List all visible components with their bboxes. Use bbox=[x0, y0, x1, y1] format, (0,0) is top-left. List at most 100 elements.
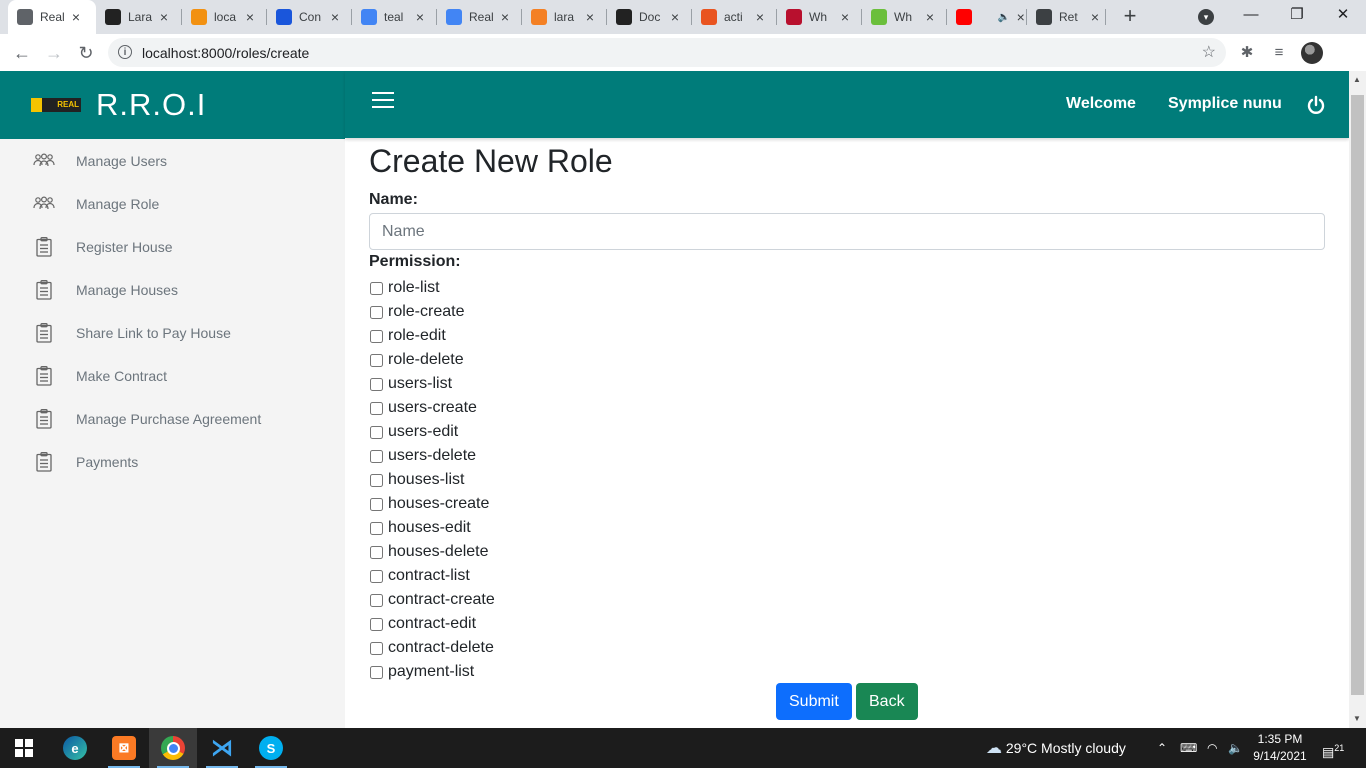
notification-icon[interactable]: ▤21 bbox=[1322, 728, 1344, 768]
tray-chevron-icon[interactable]: ⌃ bbox=[1157, 728, 1167, 768]
brand-logo[interactable]: REAL bbox=[31, 98, 81, 112]
hamburger-menu-icon[interactable] bbox=[372, 92, 394, 108]
permission-checkbox[interactable] bbox=[370, 449, 383, 463]
browser-tab[interactable]: Con × bbox=[267, 0, 352, 34]
permission-label-text[interactable]: houses-list bbox=[388, 471, 464, 489]
profile-avatar[interactable] bbox=[1301, 42, 1323, 64]
permission-checkbox[interactable] bbox=[370, 281, 383, 295]
browser-tab[interactable]: loca × bbox=[182, 0, 267, 34]
permission-checkbox[interactable] bbox=[370, 401, 383, 415]
restore-icon[interactable]: ❐ bbox=[1274, 0, 1320, 32]
minimize-icon[interactable]: — bbox=[1228, 0, 1274, 32]
permission-checkbox[interactable] bbox=[370, 497, 383, 511]
browser-tab[interactable]: Ret × bbox=[1027, 0, 1106, 34]
xampp-icon[interactable]: ⊠ bbox=[100, 728, 148, 768]
tab-close-icon[interactable]: × bbox=[68, 9, 84, 25]
permission-checkbox[interactable] bbox=[370, 617, 383, 631]
permission-checkbox[interactable] bbox=[370, 425, 383, 439]
new-tab-button[interactable]: + bbox=[1118, 4, 1142, 28]
power-logout-icon[interactable] bbox=[1306, 95, 1326, 115]
keyboard-icon[interactable]: ⌨ bbox=[1180, 728, 1197, 768]
back-button[interactable]: Back bbox=[856, 683, 918, 720]
scroll-down-icon[interactable]: ▼ bbox=[1353, 714, 1361, 723]
browser-tab[interactable]: Real × bbox=[437, 0, 522, 34]
tab-close-icon[interactable]: × bbox=[242, 9, 258, 25]
browser-tab[interactable]: Wh × bbox=[862, 0, 947, 34]
chrome-icon[interactable] bbox=[149, 728, 197, 768]
browser-tab[interactable]: teal × bbox=[352, 0, 437, 34]
back-arrow-icon[interactable]: ← bbox=[10, 41, 34, 65]
permission-label-text[interactable]: role-create bbox=[388, 303, 464, 321]
permission-label-text[interactable]: contract-delete bbox=[388, 639, 494, 657]
tab-close-icon[interactable]: × bbox=[1087, 9, 1103, 25]
address-bar[interactable]: i localhost:8000/roles/create ☆ bbox=[108, 38, 1226, 67]
permission-label-text[interactable]: houses-edit bbox=[388, 519, 471, 537]
sidebar-item[interactable]: Manage Users bbox=[0, 139, 345, 182]
reload-icon[interactable]: ↻ bbox=[74, 41, 98, 65]
permission-checkbox[interactable] bbox=[370, 521, 383, 535]
sidebar-item[interactable]: Manage Role bbox=[0, 182, 345, 225]
permission-label-text[interactable]: users-delete bbox=[388, 447, 476, 465]
close-window-icon[interactable]: ✕ bbox=[1320, 0, 1366, 32]
browser-tab[interactable]: Lara × bbox=[96, 0, 182, 34]
page-scrollbar[interactable]: ▲ ▼ bbox=[1349, 71, 1366, 728]
permission-label-text[interactable]: payment-list bbox=[388, 663, 474, 681]
permission-label-text[interactable]: houses-create bbox=[388, 495, 489, 513]
permission-label-text[interactable]: users-create bbox=[388, 399, 477, 417]
edge-browser-icon[interactable]: e bbox=[51, 728, 99, 768]
permission-label-text[interactable]: houses-delete bbox=[388, 543, 489, 561]
sidebar-item[interactable]: Share Link to Pay House bbox=[0, 311, 345, 354]
brand-name[interactable]: R.R.O.I bbox=[96, 87, 206, 123]
scrollbar-thumb[interactable] bbox=[1351, 95, 1364, 695]
wifi-icon[interactable]: ◠ bbox=[1207, 728, 1217, 768]
tab-close-icon[interactable]: × bbox=[327, 9, 343, 25]
tab-close-icon[interactable]: × bbox=[497, 9, 513, 25]
browser-tab[interactable]: 🔈 × bbox=[947, 0, 1027, 34]
browser-tab[interactable]: Real × bbox=[8, 0, 96, 34]
volume-icon[interactable]: 🔈 bbox=[1228, 728, 1243, 768]
skype-icon[interactable]: S bbox=[247, 728, 295, 768]
permission-label-text[interactable]: contract-list bbox=[388, 567, 470, 585]
bookmark-star-icon[interactable]: ☆ bbox=[1202, 42, 1216, 62]
submit-button[interactable]: Submit bbox=[776, 683, 852, 720]
address-url[interactable]: localhost:8000/roles/create bbox=[142, 45, 309, 61]
browser-tab[interactable]: lara × bbox=[522, 0, 607, 34]
permission-label-text[interactable]: role-delete bbox=[388, 351, 464, 369]
permission-label-text[interactable]: users-edit bbox=[388, 423, 458, 441]
permission-label-text[interactable]: role-list bbox=[388, 279, 440, 297]
sidebar-item[interactable]: Manage Houses bbox=[0, 268, 345, 311]
permission-checkbox[interactable] bbox=[370, 545, 383, 559]
tab-audio-icon[interactable]: 🔈 bbox=[998, 12, 1010, 23]
sidebar-item[interactable]: Manage Purchase Agreement bbox=[0, 397, 345, 440]
permission-checkbox[interactable] bbox=[370, 377, 383, 391]
tab-close-icon[interactable]: × bbox=[582, 9, 598, 25]
media-queue-icon[interactable]: ≡ bbox=[1269, 43, 1289, 63]
permission-label-text[interactable]: users-list bbox=[388, 375, 452, 393]
permission-label-text[interactable]: contract-edit bbox=[388, 615, 476, 633]
permission-label-text[interactable]: contract-create bbox=[388, 591, 495, 609]
name-input[interactable] bbox=[369, 213, 1325, 250]
permission-checkbox[interactable] bbox=[370, 665, 383, 679]
permission-checkbox[interactable] bbox=[370, 329, 383, 343]
tab-close-icon[interactable]: × bbox=[837, 9, 853, 25]
permission-checkbox[interactable] bbox=[370, 641, 383, 655]
sidebar-item[interactable]: Payments bbox=[0, 440, 345, 483]
permission-checkbox[interactable] bbox=[370, 593, 383, 607]
sidebar-item[interactable]: Register House bbox=[0, 225, 345, 268]
tab-close-icon[interactable]: × bbox=[156, 9, 172, 25]
tab-close-icon[interactable]: × bbox=[412, 9, 428, 25]
extensions-puzzle-icon[interactable]: ✱ bbox=[1237, 43, 1257, 63]
browser-tab[interactable]: Doc × bbox=[607, 0, 692, 34]
tab-search-icon[interactable]: ▾ bbox=[1198, 9, 1214, 25]
permission-label-text[interactable]: role-edit bbox=[388, 327, 446, 345]
tab-close-icon[interactable]: × bbox=[752, 9, 768, 25]
permission-checkbox[interactable] bbox=[370, 569, 383, 583]
permission-checkbox[interactable] bbox=[370, 473, 383, 487]
sidebar-item[interactable]: Make Contract bbox=[0, 354, 345, 397]
windows-start-icon[interactable] bbox=[0, 728, 48, 768]
user-name-link[interactable]: Symplice nunu bbox=[1168, 95, 1282, 113]
tab-close-icon[interactable]: × bbox=[667, 9, 683, 25]
browser-tab[interactable]: Wh × bbox=[777, 0, 862, 34]
weather-widget[interactable]: ☁ 29°C Mostly cloudy bbox=[986, 728, 1126, 768]
browser-tab[interactable]: acti × bbox=[692, 0, 777, 34]
